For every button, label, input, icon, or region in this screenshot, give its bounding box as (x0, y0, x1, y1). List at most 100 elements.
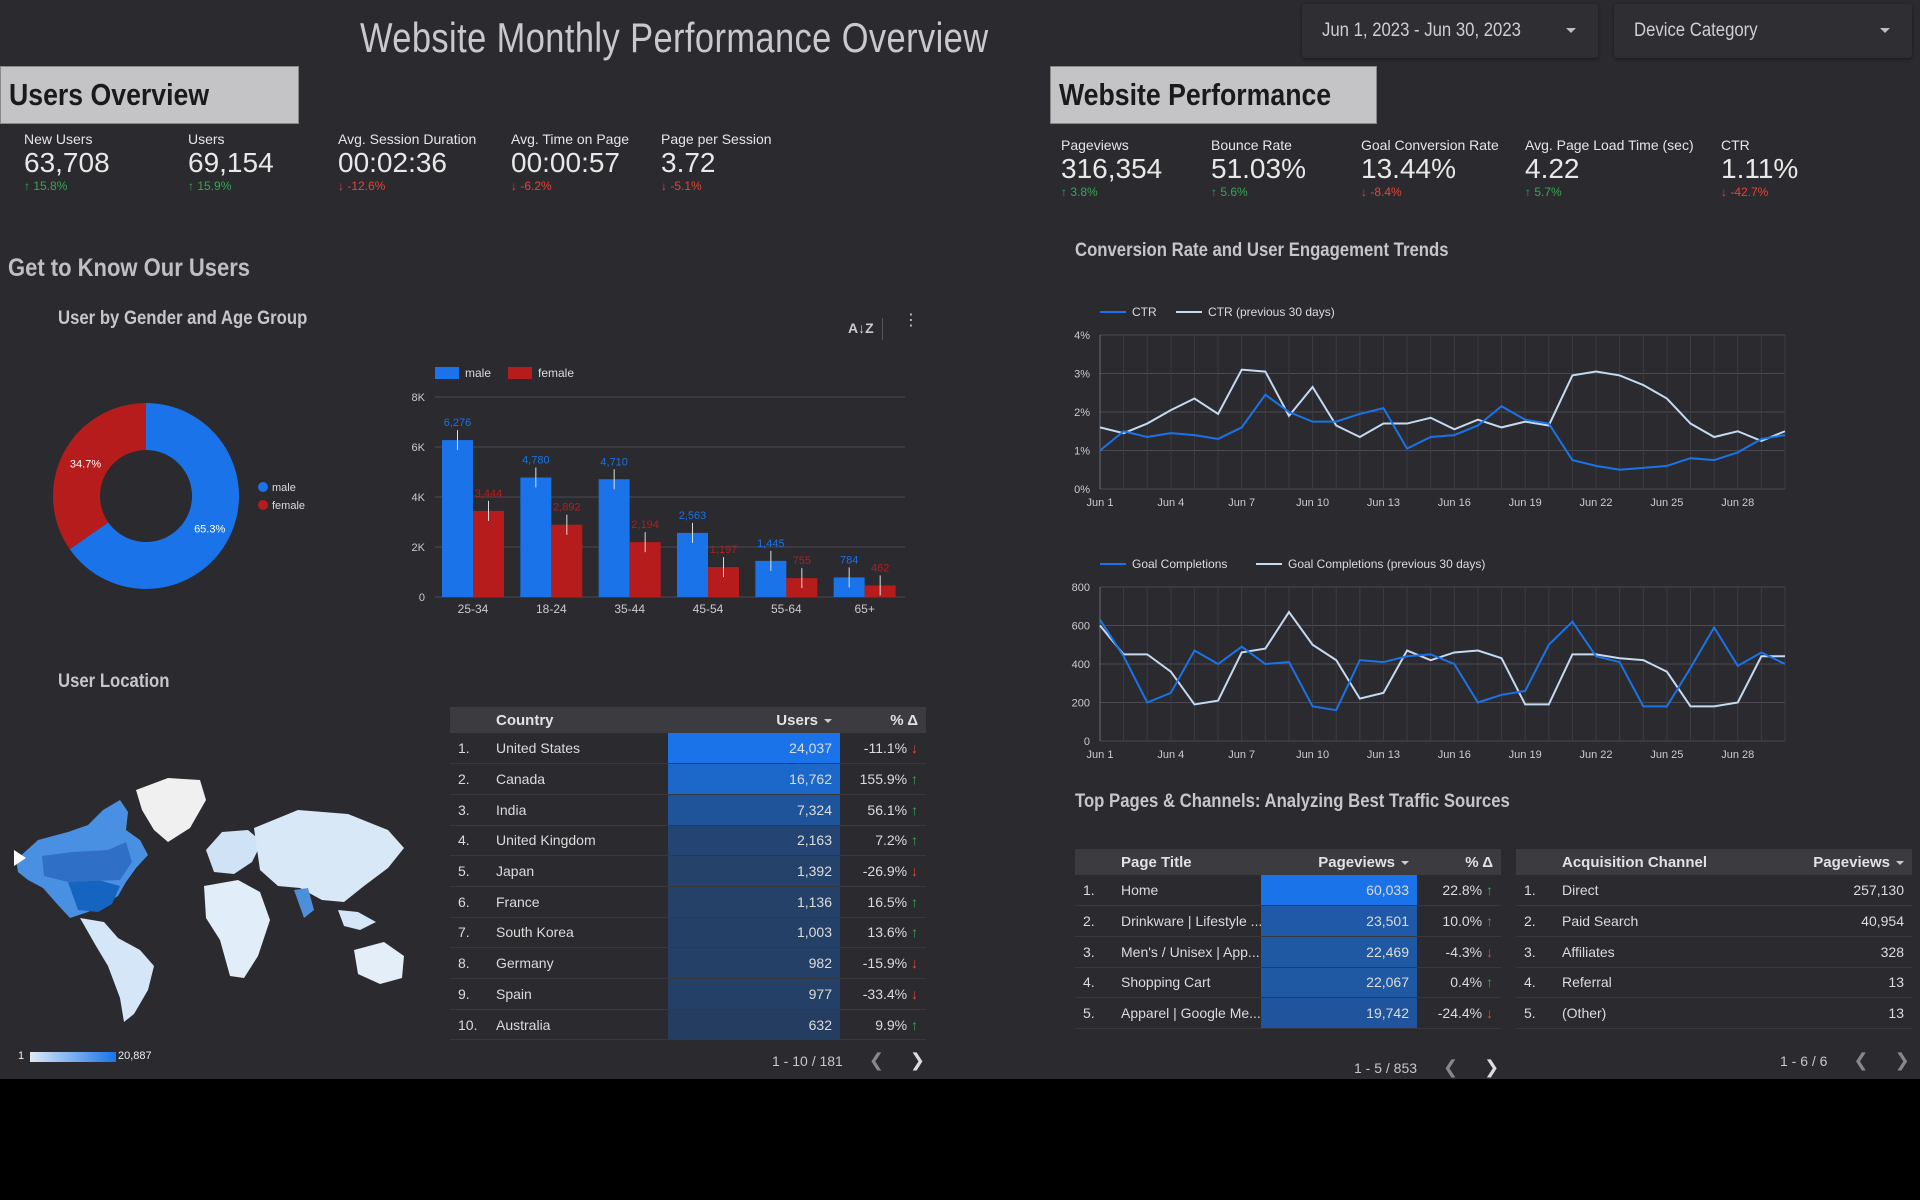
channels-table-wrapper[interactable]: Acquisition Channel Pageviews 1. Direct 25… (1516, 849, 1912, 1029)
donut-slice-female[interactable] (52, 403, 147, 550)
x-tick-label: Jun 28 (1721, 749, 1754, 761)
map-se-asia[interactable] (338, 910, 376, 930)
table-row[interactable]: 2. Paid Search 40,954 (1516, 905, 1912, 937)
kpi-label: Avg. Session Duration (338, 131, 477, 147)
map-africa[interactable] (204, 880, 270, 978)
table-row[interactable]: 2. Canada 16,762 155.9% ↑ (450, 763, 926, 795)
table-row[interactable]: 3. Affiliates 328 (1516, 936, 1912, 968)
more-vert-icon[interactable]: ⋮ (903, 313, 919, 329)
y-tick-label: 0 (1084, 736, 1090, 748)
row-index: 6. (450, 886, 488, 918)
kpi-value: 63,708 (24, 147, 110, 178)
country-name: France (488, 886, 668, 918)
row-index: 2. (450, 763, 488, 795)
legend-male-label: male (272, 482, 296, 494)
x-tick-label: 18-24 (536, 602, 567, 616)
table-row[interactable]: 1. United States 24,037 -11.1% ↓ (450, 733, 926, 765)
chevron-left-icon[interactable]: ❮ (869, 1050, 884, 1071)
country-table: Country Users % Δ 1. United States 24,037-… (450, 707, 926, 1041)
chevron-right-icon[interactable]: ❯ (1484, 1057, 1499, 1078)
bar-male-35-44[interactable] (598, 479, 630, 597)
device-category-filter[interactable]: Device Category (1614, 4, 1912, 58)
heat-value-cell: 1,392 (668, 855, 840, 887)
x-tick-label: Jun 28 (1721, 497, 1754, 509)
map-legend-gradient (30, 1052, 116, 1062)
kpi-label: Goal Conversion Rate (1361, 137, 1499, 153)
date-range-picker[interactable]: Jun 1, 2023 - Jun 30, 2023 (1302, 4, 1598, 58)
col-users[interactable]: Users (668, 707, 840, 733)
ctr-line-chart: CTR CTR (previous 30 days) 0% 1% 2% 3% 4% Jun… (1074, 305, 1786, 509)
table-row[interactable]: 5. Japan 1,392 -26.9% ↓ (450, 855, 926, 887)
bar-male-18-24[interactable] (520, 477, 552, 598)
y-tick-label: 8K (412, 392, 426, 404)
bar-data-label: 1,445 (757, 538, 785, 550)
col-country[interactable]: Country (488, 707, 668, 733)
series-line-previous[interactable] (1099, 368, 1786, 442)
x-tick-label: Jun 10 (1296, 749, 1329, 761)
table-row[interactable]: 4. Shopping Cart 22,067 0.4% ↑ (1075, 967, 1501, 999)
col-page-title[interactable]: Page Title (1113, 849, 1261, 875)
bar-female-25-34[interactable] (473, 510, 504, 597)
col-channel-pageviews[interactable]: Pageviews (1774, 849, 1912, 875)
table-row[interactable]: 1. Home 60,033 22.8% ↑ (1075, 875, 1501, 907)
map-europe[interactable] (206, 830, 262, 874)
col-channel[interactable]: Acquisition Channel (1554, 849, 1774, 875)
chevron-right-icon[interactable]: ❯ (1895, 1050, 1910, 1071)
table-row[interactable]: 10. Australia 632 9.9% ↑ (450, 1009, 926, 1041)
kpi-card: Avg. Session Duration 00:02:36 ↓ -12.6% (338, 131, 476, 193)
x-tick-label: Jun 25 (1650, 497, 1683, 509)
table-row[interactable]: 9. Spain 977 -33.4% ↓ (450, 978, 926, 1010)
delta-cell: -26.9% ↓ (840, 855, 926, 887)
legend-ctr-label: CTR (1132, 305, 1157, 319)
x-tick-label: 55-64 (771, 602, 802, 616)
x-tick-label: 25-34 (458, 602, 489, 616)
chevron-down-icon (1880, 28, 1890, 33)
series-line-current[interactable] (1099, 619, 1786, 712)
sort-az-icon[interactable]: A↓Z (848, 320, 874, 336)
map-asia[interactable] (254, 810, 404, 902)
heat-value-cell: 24,037 (668, 733, 840, 765)
table-row[interactable]: 8. Germany 982 -15.9% ↓ (450, 947, 926, 979)
country-name: Australia (488, 1009, 668, 1041)
map-south-america[interactable] (80, 918, 154, 1022)
y-tick-label: 2K (412, 542, 426, 554)
device-category-label: Device Category (1634, 20, 1758, 41)
row-index: 1. (1516, 875, 1554, 907)
channel-name: Direct (1554, 875, 1774, 907)
x-tick-label: 35-44 (614, 602, 645, 616)
col-delta[interactable]: % Δ (840, 707, 926, 733)
bar-female-18-24[interactable] (551, 524, 583, 597)
y-tick-label: 200 (1072, 698, 1090, 710)
series-line-current[interactable] (1099, 393, 1786, 471)
channel-name: Referral (1554, 967, 1774, 999)
channel-name: Display (1554, 1028, 1774, 1029)
bar-data-label: 784 (840, 554, 858, 566)
table-row[interactable]: 2. Drinkware | Lifestyle ... 23,501 10.0% ↑ (1075, 905, 1501, 937)
table-row[interactable]: 3. Men's / Unisex | App... 22,469 -4.3% ↓ (1075, 936, 1501, 968)
table-row[interactable]: 7. South Korea 1,003 13.6% ↑ (450, 917, 926, 949)
kpi-label: Page per Session (661, 131, 772, 147)
col-page-delta[interactable]: % Δ (1417, 849, 1501, 875)
chevron-left-icon[interactable]: ❮ (1443, 1057, 1458, 1078)
user-location-title: User Location (58, 671, 170, 692)
table-row[interactable]: 5. (Other) 13 (1516, 997, 1912, 1029)
table-row[interactable]: 1. Direct 257,130 (1516, 875, 1912, 907)
table-row[interactable]: 5. Apparel | Google Me... 19,742 -24.4% ↓ (1075, 997, 1501, 1029)
table-row[interactable]: 3. India 7,324 56.1% ↑ (450, 794, 926, 826)
arrow-up-icon: ↑ (911, 893, 918, 910)
chevron-right-icon[interactable]: ❯ (910, 1050, 925, 1071)
map-australia[interactable] (354, 942, 404, 984)
col-pageviews[interactable]: Pageviews (1261, 849, 1417, 875)
top-pages-title: Top Pages & Channels: Analyzing Best Tra… (1075, 791, 1510, 812)
table-row[interactable]: 6.Display2 (1516, 1028, 1912, 1029)
table-row[interactable]: 4. United Kingdom 2,163 7.2% ↑ (450, 825, 926, 857)
chevron-left-icon[interactable]: ❮ (1853, 1050, 1868, 1071)
heat-value-cell: 22,469 (1261, 936, 1417, 968)
bar-male-25-34[interactable] (442, 440, 473, 597)
table-row[interactable]: 4. Referral 13 (1516, 967, 1912, 999)
user-location-map[interactable] (8, 770, 418, 1030)
table-row[interactable]: 6. France 1,136 16.5% ↑ (450, 886, 926, 918)
heat-value-cell: 632 (668, 1009, 840, 1041)
kpi-delta: ↑ 5.7% (1525, 185, 1562, 199)
x-tick-label: Jun 19 (1509, 749, 1542, 761)
